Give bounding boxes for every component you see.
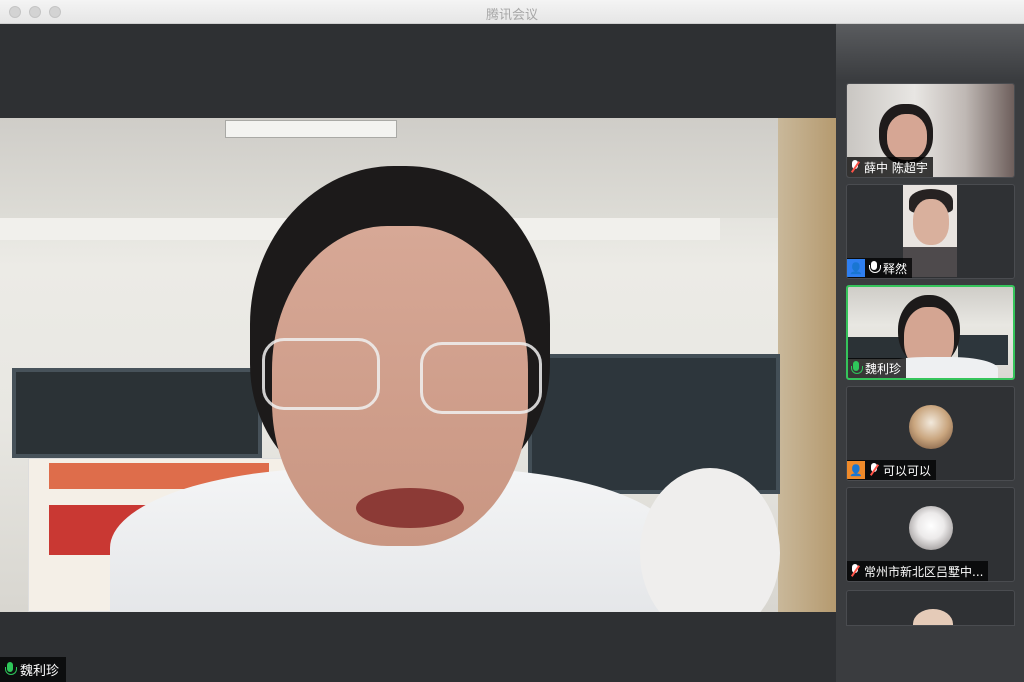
speaker-glasses-right <box>420 342 542 414</box>
video-side-wall <box>778 118 836 612</box>
participant-name: 薛中 陈超宇 <box>864 160 928 175</box>
video-window-left <box>12 368 262 458</box>
participant-name-tag: 👤 可以可以 <box>847 460 937 480</box>
main-video-feed[interactable] <box>0 118 836 612</box>
participant-name-tag: 常州市新北区吕墅中... <box>847 561 989 581</box>
mic-on-icon <box>851 360 863 376</box>
speaker-mouth <box>356 488 464 528</box>
participant-sidebar[interactable]: 薛中 陈超宇 👤 释然 魏利珍 👤 可以可以 常州市新北区吕墅中... <box>836 24 1024 682</box>
mic-on-icon <box>869 261 881 275</box>
participant-tile[interactable]: 👤 可以可以 <box>846 386 1015 481</box>
participant-name-tag: 魏利珍 <box>848 358 907 378</box>
participant-avatar <box>909 506 953 550</box>
participant-name: 释然 <box>883 261 908 276</box>
participant-name: 可以可以 <box>883 463 932 478</box>
participant-name-tag: 薛中 陈超宇 <box>847 157 933 177</box>
sidebar-header <box>836 24 1024 80</box>
main-video-stage[interactable]: 魏利珍 <box>0 24 836 682</box>
participant-tile[interactable]: 薛中 陈超宇 <box>846 83 1015 178</box>
participant-avatar <box>909 405 953 449</box>
participant-avatar <box>913 609 953 625</box>
participant-tile[interactable]: 常州市新北区吕墅中... <box>846 487 1015 582</box>
mic-muted-icon <box>850 160 860 174</box>
participant-name-tag: 👤 释然 <box>847 258 913 278</box>
main-speaker-name: 魏利珍 <box>20 664 60 679</box>
main-speaker-name-tag: 魏利珍 <box>0 657 67 682</box>
participant-tile-active[interactable]: 魏利珍 <box>846 285 1015 380</box>
participant-tile[interactable]: 👤 释然 <box>846 184 1015 279</box>
person-icon: 👤 <box>847 259 865 277</box>
participant-face <box>913 199 949 245</box>
video-window-right <box>528 354 780 494</box>
participant-name: 魏利珍 <box>865 361 902 376</box>
person-icon: 👤 <box>847 461 865 479</box>
mic-muted-icon <box>850 564 860 578</box>
speaker-glasses-left <box>262 338 380 410</box>
participant-name: 常州市新北区吕墅中... <box>864 564 984 579</box>
window-title: 腾讯会议 <box>485 8 538 23</box>
title-bar: 腾讯会议 <box>0 0 1024 24</box>
mic-muted-icon <box>869 463 879 477</box>
video-ceiling-light <box>225 120 397 138</box>
participant-face <box>887 114 927 160</box>
participant-tile-partial[interactable] <box>846 590 1015 626</box>
mic-on-icon <box>5 662 17 677</box>
